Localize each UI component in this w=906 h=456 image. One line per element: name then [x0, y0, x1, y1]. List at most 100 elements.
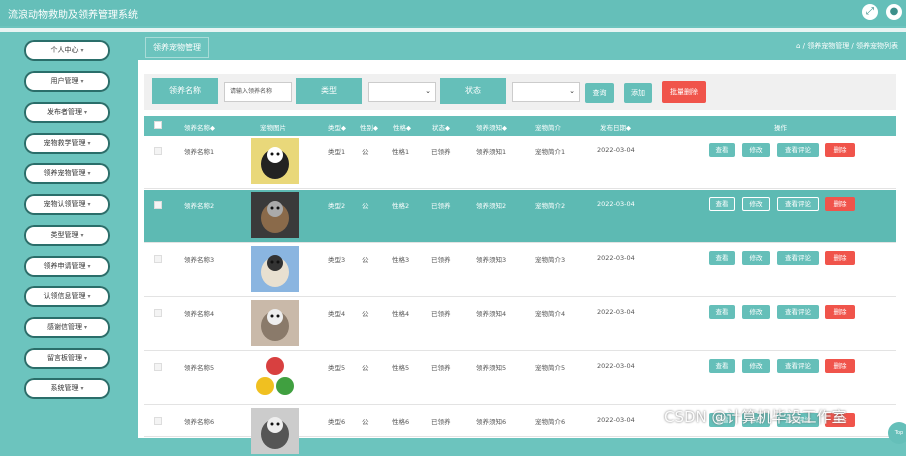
cat-photo-4[interactable] [251, 300, 299, 346]
chevron-down-icon: ▾ [87, 263, 91, 270]
cell-character: 性格6 [392, 418, 410, 426]
pet-image-icon [261, 417, 289, 449]
chevron-down-icon: ⌄ [569, 87, 575, 95]
view-button[interactable]: 查看 [709, 143, 735, 157]
sidebar-item-label: 系统管理 [50, 384, 79, 392]
row-checkbox[interactable] [154, 363, 162, 371]
comment-button[interactable]: 查看评论 [777, 143, 819, 157]
sidebar-item-adoption-applications[interactable]: 领养申请管理 ▾ [24, 256, 110, 277]
row-checkbox[interactable] [154, 201, 162, 209]
sidebar-item-thank-letters[interactable]: 感谢信管理 ▾ [24, 317, 110, 338]
table-row[interactable]: 领养名称1 类型1 公 性格1 已领养 领养须知1 宠物简介1 2022-03-04 查看 修改查… [144, 136, 896, 189]
sidebar-item-label: 领养申请管理 [43, 262, 86, 270]
sidebar-item-personal-center[interactable]: 个人中心 ▾ [24, 40, 110, 61]
row-checkbox[interactable] [154, 147, 162, 155]
cell-gender: 公 [362, 418, 369, 426]
select-all-checkbox[interactable] [154, 121, 162, 129]
edit-button[interactable]: 修改 [742, 359, 770, 373]
sidebar-item-system[interactable]: 系统管理 ▾ [24, 378, 110, 399]
pet-image-icon [261, 309, 289, 341]
row-checkbox[interactable] [154, 309, 162, 317]
cell-status: 已领养 [431, 148, 451, 156]
row-checkbox[interactable] [154, 417, 162, 425]
column-header[interactable]: 性格◆ [393, 122, 411, 132]
edit-button[interactable]: 修改 [742, 197, 770, 211]
chevron-down-icon: ▾ [83, 355, 87, 362]
dog-photo-6[interactable] [251, 408, 299, 454]
delete-button[interactable]: 删除 [825, 197, 855, 211]
delete-button[interactable]: 删除 [825, 143, 855, 157]
cell-status: 已领养 [431, 310, 451, 318]
batch-delete-button[interactable]: 批量删除 [662, 81, 706, 103]
watermark: CSDN @计算机毕设工作室 [664, 408, 847, 426]
table-row[interactable]: 领养名称2 类型2 公 性格2 已领养 领养须知2 宠物简介2 2022-03-04 查看 修改查… [144, 190, 896, 243]
cell-type: 类型5 [328, 364, 346, 372]
table-row[interactable]: 领养名称3 类型3 公 性格3 已领养 领养须知3 宠物简介3 2022-03-04 查看 修改查… [144, 244, 896, 297]
cell-date: 2022-03-04 [597, 416, 635, 424]
row-checkbox[interactable] [154, 255, 162, 263]
column-header[interactable]: 性别◆ [360, 122, 378, 132]
name-search-input[interactable]: 请输入领养名称 [224, 82, 292, 102]
cell-status: 已领养 [431, 364, 451, 372]
column-header[interactable]: 状态◆ [432, 122, 450, 132]
sidebar-item-users[interactable]: 用户管理 ▾ [24, 71, 110, 92]
edit-button[interactable]: 修改 [742, 251, 770, 265]
toy-balls-photo-5[interactable] [251, 354, 299, 400]
column-header: 操作 [774, 124, 787, 132]
cell-gender: 公 [362, 310, 369, 318]
cell-status: 已领养 [431, 202, 451, 210]
sidebar-item-claim-info[interactable]: 认领信息管理 ▾ [24, 286, 110, 307]
delete-button[interactable]: 删除 [825, 251, 855, 265]
delete-button[interactable]: 删除 [825, 305, 855, 319]
column-header[interactable]: 发布日期◆ [600, 122, 631, 132]
comment-button[interactable]: 查看评论 [777, 359, 819, 373]
add-button[interactable]: 添加 [624, 83, 652, 103]
dog-photo-2[interactable] [251, 192, 299, 238]
query-button[interactable]: 查询 [585, 83, 614, 103]
edit-button[interactable]: 修改 [742, 305, 770, 319]
cell-date: 2022-03-04 [597, 362, 635, 370]
tab-adopt-pets[interactable]: 领养宠物管理 [145, 37, 209, 58]
back-to-top-button[interactable]: Top [888, 422, 906, 444]
chevron-down-icon: ▾ [80, 385, 84, 392]
type-select[interactable]: ⌄ [368, 82, 436, 102]
delete-button[interactable]: 删除 [825, 359, 855, 373]
sidebar-item-label: 类型管理 [50, 231, 79, 239]
comment-button[interactable]: 查看评论 [777, 251, 819, 265]
sidebar-item-pet-rescue[interactable]: 宠物救学管理 ▾ [24, 133, 110, 154]
sidebar-item-pet-claim[interactable]: 宠物认领管理 ▾ [24, 194, 110, 215]
table-row[interactable]: 领养名称4 类型4 公 性格4 已领养 领养须知4 宠物简介4 2022-03-04 查看 修改查… [144, 298, 896, 351]
cell-notice: 领养须知2 [476, 202, 507, 210]
user-icon[interactable]: ● [886, 4, 902, 20]
sidebar-item-adopt-pets[interactable]: 领养宠物管理 ▾ [24, 163, 110, 184]
fullscreen-icon[interactable]: ⤢ [862, 4, 878, 20]
sidebar-item-message-board[interactable]: 留言板管理 ▾ [24, 348, 110, 369]
cell-intro: 宠物简介3 [535, 256, 566, 264]
cell-notice: 领养须知4 [476, 310, 507, 318]
edit-button[interactable]: 修改 [742, 143, 770, 157]
cell-name: 领养名称2 [184, 202, 215, 210]
view-button[interactable]: 查看 [709, 359, 735, 373]
sidebar-item-publishers[interactable]: 发布者管理 ▾ [24, 102, 110, 123]
cell-type: 类型4 [328, 310, 346, 318]
cell-character: 性格5 [392, 364, 410, 372]
cell-date: 2022-03-04 [597, 200, 635, 208]
column-header[interactable]: 领养名称◆ [184, 122, 215, 132]
cell-type: 类型1 [328, 148, 346, 156]
cell-intro: 宠物简介6 [535, 418, 566, 426]
status-select[interactable]: ⌄ [512, 82, 580, 102]
dog-photo-3[interactable] [251, 246, 299, 292]
sidebar-item-types[interactable]: 类型管理 ▾ [24, 225, 110, 246]
column-header[interactable]: 类型◆ [328, 122, 346, 132]
column-header[interactable]: 领养须知◆ [476, 122, 507, 132]
view-button[interactable]: 查看 [709, 251, 735, 265]
pet-image-icon [261, 201, 289, 233]
dog-photo-1[interactable] [251, 138, 299, 184]
view-button[interactable]: 查看 [709, 197, 735, 211]
comment-button[interactable]: 查看评论 [777, 197, 819, 211]
comment-button[interactable]: 查看评论 [777, 305, 819, 319]
table-row[interactable]: 领养名称5 类型5 公 性格5 已领养 领养须知5 宠物简介5 2022-03-04 查看 修改查… [144, 352, 896, 405]
sidebar-item-label: 个人中心 [50, 46, 79, 54]
cell-status: 已领养 [431, 256, 451, 264]
view-button[interactable]: 查看 [709, 305, 735, 319]
